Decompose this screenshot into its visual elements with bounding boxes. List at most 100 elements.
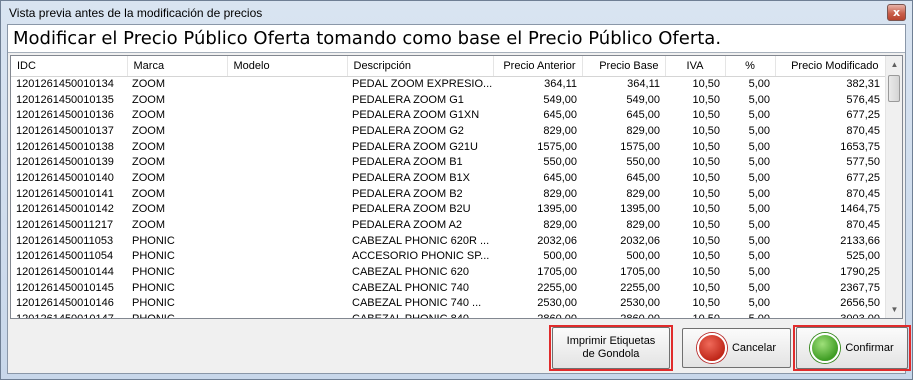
table-cell: 2255,00 bbox=[537, 281, 577, 294]
confirm-button[interactable]: Confirmar bbox=[796, 327, 908, 369]
column-header-iva[interactable]: IVA bbox=[665, 56, 726, 77]
table-cell bbox=[227, 123, 347, 139]
table-row[interactable]: 1201261450010136 ZOOM PEDALERA ZOOM G1XN 64… bbox=[11, 107, 885, 123]
table-cell: 677,25 bbox=[846, 171, 880, 184]
table-cell bbox=[227, 186, 347, 202]
grid-header-row: IDC Marca Modelo Descripción Precio Ante… bbox=[11, 56, 886, 77]
table-cell: ZOOM bbox=[132, 78, 165, 91]
table-row[interactable]: 1201261450010147PHONIC CABEZAL PHONIC 840… bbox=[11, 311, 885, 318]
table-cell: 5,00 bbox=[748, 156, 770, 169]
table-cell: 1201261450010146 bbox=[16, 297, 114, 310]
table-cell: 5,00 bbox=[748, 203, 770, 216]
table-cell: 2860,00 bbox=[493, 311, 582, 318]
table-row[interactable]: 1201261450010138 ZOOM PEDALERA ZOOM G21U 15… bbox=[11, 139, 885, 155]
column-header-precio-modificado[interactable]: Precio Modificado bbox=[775, 56, 886, 77]
table-row[interactable]: 1201261450010135 ZOOM PEDALERA ZOOM G1 549,… bbox=[11, 92, 885, 108]
column-header-idc[interactable]: IDC bbox=[11, 56, 128, 77]
table-row[interactable]: 1201261450010142 ZOOM PEDALERA ZOOM B2U 139… bbox=[11, 202, 885, 218]
table-cell: 10,50 bbox=[692, 203, 720, 216]
table-cell: 1201261450010145 bbox=[16, 281, 114, 294]
column-header-modelo[interactable]: Modelo bbox=[227, 56, 348, 77]
table-cell bbox=[227, 217, 347, 233]
table-cell: 10,50 bbox=[692, 250, 720, 263]
table-cell bbox=[227, 154, 347, 170]
table-cell bbox=[227, 92, 347, 108]
table-cell: 5,00 bbox=[748, 234, 770, 247]
table-cell: PEDALERA ZOOM B1 bbox=[352, 156, 463, 169]
table-cell: 10,50 bbox=[692, 219, 720, 232]
table-cell: 1575,00 bbox=[537, 140, 577, 153]
table-row[interactable]: 1201261450011054 PHONIC ACCESORIO PHONIC S… bbox=[11, 249, 885, 265]
print-labels-button[interactable]: Imprimir Etiquetas de Gondola bbox=[552, 327, 670, 369]
table-cell: 3003,00 bbox=[775, 311, 885, 318]
scroll-up-arrow-icon[interactable]: ▲ bbox=[886, 56, 902, 73]
table-cell: 870,45 bbox=[846, 219, 880, 232]
table-cell: ZOOM bbox=[132, 156, 165, 169]
column-header-precio-anterior[interactable]: Precio Anterior bbox=[493, 56, 583, 77]
table-cell: 5,00 bbox=[725, 311, 775, 318]
table-cell bbox=[227, 202, 347, 218]
scrollbar-thumb[interactable] bbox=[888, 75, 900, 102]
table-row[interactable]: 1201261450010137 ZOOM PEDALERA ZOOM G2 829,… bbox=[11, 123, 885, 139]
column-header-precio-base[interactable]: Precio Base bbox=[582, 56, 666, 77]
table-cell bbox=[227, 139, 347, 155]
table-row[interactable]: 1201261450010141 ZOOM PEDALERA ZOOM B2 829,… bbox=[11, 186, 885, 202]
table-cell: 1653,75 bbox=[840, 140, 880, 153]
table-cell: 829,00 bbox=[543, 124, 577, 137]
table-row[interactable]: 1201261450010145 PHONIC CABEZAL PHONIC 740… bbox=[11, 280, 885, 296]
table-cell: 5,00 bbox=[748, 266, 770, 279]
table-cell: 1395,00 bbox=[537, 203, 577, 216]
table-cell: 364,11 bbox=[627, 78, 660, 91]
column-header-marca[interactable]: Marca bbox=[127, 56, 228, 77]
scroll-down-arrow-icon[interactable]: ▼ bbox=[886, 301, 902, 318]
check-circle-icon bbox=[810, 333, 841, 363]
vertical-scrollbar[interactable]: ▲ ▼ bbox=[885, 56, 902, 318]
table-cell: PEDAL ZOOM EXPRESIO... bbox=[352, 78, 493, 91]
table-cell: 10,50 bbox=[692, 78, 720, 91]
table-cell: 645,00 bbox=[626, 171, 660, 184]
table-cell: ZOOM bbox=[132, 187, 165, 200]
column-header-descripcion[interactable]: Descripción bbox=[347, 56, 494, 77]
column-header-percent[interactable]: % bbox=[725, 56, 776, 77]
price-preview-grid[interactable]: IDC Marca Modelo Descripción Precio Ante… bbox=[10, 55, 903, 319]
cancel-button[interactable]: Cancelar bbox=[682, 328, 791, 368]
table-cell: 2530,00 bbox=[620, 297, 660, 310]
window-title: Vista previa antes de la modificación de… bbox=[9, 6, 263, 20]
table-cell bbox=[227, 233, 347, 249]
table-cell: ZOOM bbox=[132, 93, 165, 106]
title-bar[interactable]: Vista previa antes de la modificación de… bbox=[1, 1, 912, 25]
table-cell: 550,00 bbox=[543, 156, 577, 169]
table-cell: CABEZAL PHONIC 740 ... bbox=[352, 297, 482, 310]
table-cell: 2032,06 bbox=[620, 234, 660, 247]
table-row[interactable]: 1201261450011217 ZOOM PEDALERA ZOOM A2 829,… bbox=[11, 217, 885, 233]
table-cell: 5,00 bbox=[748, 78, 770, 91]
table-cell: 1201261450011054 bbox=[16, 250, 114, 263]
table-cell: PHONIC bbox=[132, 266, 175, 279]
table-row[interactable]: 1201261450010146 PHONIC CABEZAL PHONIC 740… bbox=[11, 296, 885, 312]
table-row[interactable]: 1201261450010134 ZOOM PEDAL ZOOM EXPRESIO.… bbox=[11, 76, 885, 92]
table-row[interactable]: 1201261450010144 PHONIC CABEZAL PHONIC 620… bbox=[11, 264, 885, 280]
table-cell: 870,45 bbox=[846, 124, 880, 137]
table-cell: 5,00 bbox=[748, 171, 770, 184]
table-cell: ZOOM bbox=[132, 140, 165, 153]
table-cell: 2367,75 bbox=[840, 281, 880, 294]
table-cell: CABEZAL PHONIC 740 bbox=[352, 281, 469, 294]
table-cell: 2255,00 bbox=[620, 281, 660, 294]
table-cell: 1705,00 bbox=[537, 266, 577, 279]
close-button[interactable]: x bbox=[887, 4, 906, 21]
table-cell: 1705,00 bbox=[620, 266, 660, 279]
table-row[interactable]: 1201261450011053 PHONIC CABEZAL PHONIC 620… bbox=[11, 233, 885, 249]
table-cell: 10,50 bbox=[692, 171, 720, 184]
table-cell: 500,00 bbox=[626, 250, 660, 263]
table-row[interactable]: 1201261450010140 ZOOM PEDALERA ZOOM B1X 645… bbox=[11, 170, 885, 186]
table-cell: 2656,50 bbox=[840, 297, 880, 310]
table-cell: 576,45 bbox=[846, 93, 880, 106]
table-cell: 5,00 bbox=[748, 187, 770, 200]
table-cell: PHONIC bbox=[132, 234, 175, 247]
table-cell: 829,00 bbox=[626, 124, 660, 137]
table-cell: 870,45 bbox=[846, 187, 880, 200]
table-cell: PEDALERA ZOOM G2 bbox=[352, 124, 464, 137]
table-cell: PHONIC bbox=[132, 281, 175, 294]
table-cell: 10,50 bbox=[692, 156, 720, 169]
table-row[interactable]: 1201261450010139 ZOOM PEDALERA ZOOM B1 550,… bbox=[11, 154, 885, 170]
